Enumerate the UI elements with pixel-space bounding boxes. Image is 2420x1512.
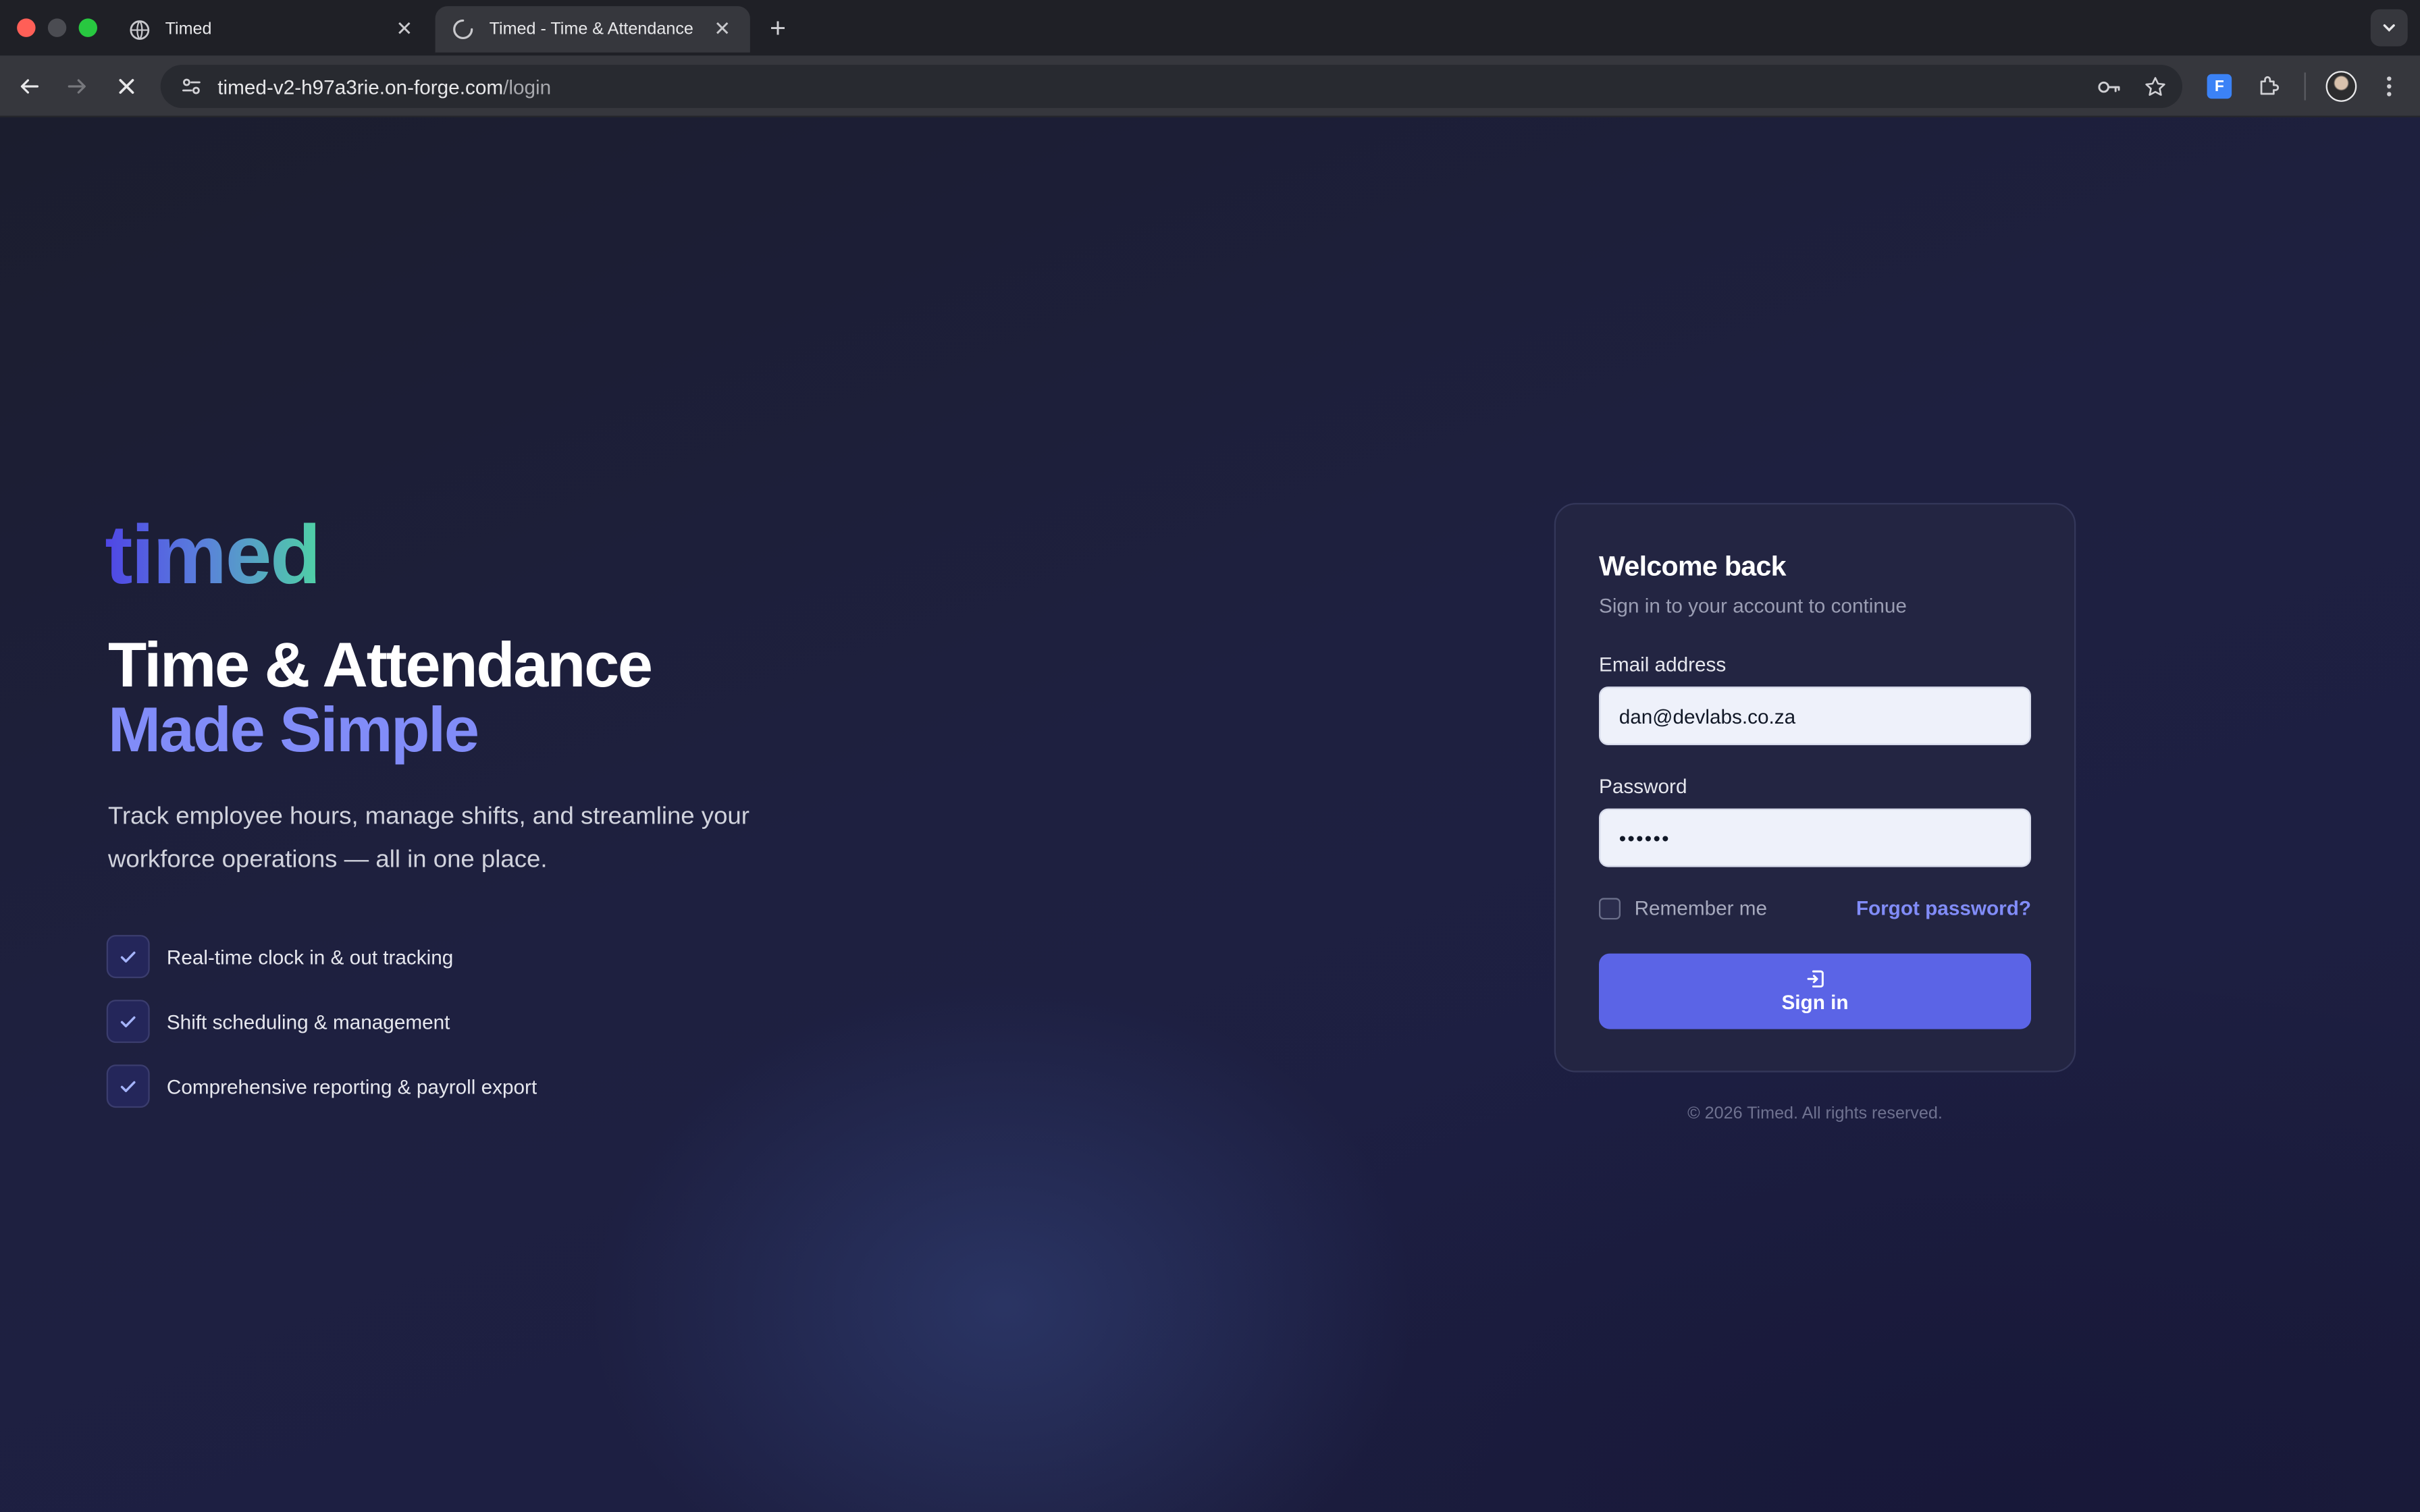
password-field[interactable]	[1599, 808, 2032, 867]
check-icon	[106, 1000, 150, 1044]
copyright-text: © 2026 Timed. All rights reserved.	[1687, 1104, 1943, 1124]
site-settings-icon[interactable]	[172, 76, 211, 97]
url-host: timed-v2-h97a3rie.on-forge.com	[217, 74, 504, 99]
close-tab-icon[interactable]: ✕	[392, 17, 417, 42]
forgot-password-link[interactable]: Forgot password?	[1856, 896, 2031, 919]
globe-icon	[126, 17, 151, 42]
feature-label: Real-time clock in & out tracking	[166, 945, 454, 969]
profile-avatar[interactable]	[2325, 71, 2357, 102]
hero-description: Track employee hours, manage shifts, and…	[108, 803, 749, 873]
login-page: timed Time & Attendance Made Simple Trac…	[0, 117, 2420, 1512]
toolbar-divider	[2304, 72, 2306, 101]
headline-line-2: Made Simple	[108, 694, 479, 765]
url-path: /login	[503, 74, 552, 99]
browser-toolbar: timed-v2-h97a3rie.on-forge.com/login F	[0, 55, 2420, 117]
remember-me-checkbox[interactable]	[1599, 897, 1621, 919]
browser-tab-active[interactable]: Timed - Time & Attendance ✕	[435, 6, 750, 53]
close-tab-icon[interactable]: ✕	[710, 17, 735, 42]
chevron-down-icon	[2383, 24, 2395, 32]
back-button[interactable]	[11, 68, 48, 105]
new-tab-button[interactable]: +	[762, 12, 793, 43]
tab-title: Timed - Time & Attendance	[489, 20, 693, 39]
star-icon[interactable]	[2139, 71, 2170, 102]
remember-me[interactable]: Remember me	[1599, 896, 1767, 919]
email-label: Email address	[1599, 652, 1727, 676]
password-label: Password	[1599, 774, 1687, 798]
remember-me-label: Remember me	[1634, 896, 1768, 920]
key-icon[interactable]	[2093, 71, 2124, 102]
sign-in-button[interactable]: Sign in	[1599, 953, 2032, 1029]
extension-f-icon[interactable]: F	[2204, 71, 2235, 102]
arrow-right-icon	[68, 79, 86, 94]
login-card: Welcome back Sign in to your account to …	[1554, 503, 2076, 1073]
window-minimize-button[interactable]	[47, 18, 67, 37]
login-subtitle: Sign in to your account to continue	[1599, 594, 1907, 618]
feature-label: Shift scheduling & management	[166, 1010, 450, 1033]
window-close-button[interactable]	[17, 18, 36, 37]
timed-logo: timed	[105, 509, 321, 602]
browser-tab-timed[interactable]: Timed ✕	[111, 6, 432, 53]
arrow-left-icon	[20, 79, 39, 94]
sign-in-label: Sign in	[1781, 990, 1849, 1014]
headline-line-1: Time & Attendance	[108, 629, 653, 701]
browser-tab-strip: Timed ✕ Timed - Time & Attendance ✕ +	[0, 0, 2420, 56]
tab-search-button[interactable]	[2370, 9, 2408, 47]
url-text: timed-v2-h97a3rie.on-forge.com/login	[217, 75, 551, 98]
window-zoom-button[interactable]	[78, 18, 97, 37]
loading-spinner-icon	[450, 17, 475, 42]
address-bar[interactable]: timed-v2-h97a3rie.on-forge.com/login	[160, 65, 2183, 108]
avatar	[2325, 71, 2357, 102]
puzzle-icon[interactable]	[2253, 71, 2284, 102]
feature-item: Shift scheduling & management	[106, 998, 537, 1045]
forward-button[interactable]	[59, 68, 96, 105]
tab-title: Timed	[165, 20, 212, 39]
check-icon	[106, 1064, 150, 1108]
feature-item: Comprehensive reporting & payroll export	[106, 1063, 537, 1110]
feature-label: Comprehensive reporting & payroll export	[166, 1075, 537, 1098]
close-icon	[119, 79, 134, 94]
more-menu-icon[interactable]	[2373, 71, 2404, 102]
feature-item: Real-time clock in & out tracking	[106, 934, 537, 980]
stop-loading-button[interactable]	[108, 68, 145, 105]
email-field[interactable]	[1599, 686, 2032, 745]
login-icon	[1806, 970, 1823, 988]
check-icon	[106, 935, 150, 979]
feature-list: Real-time clock in & out tracking Shift …	[106, 934, 537, 1128]
login-title: Welcome back	[1599, 551, 1787, 582]
